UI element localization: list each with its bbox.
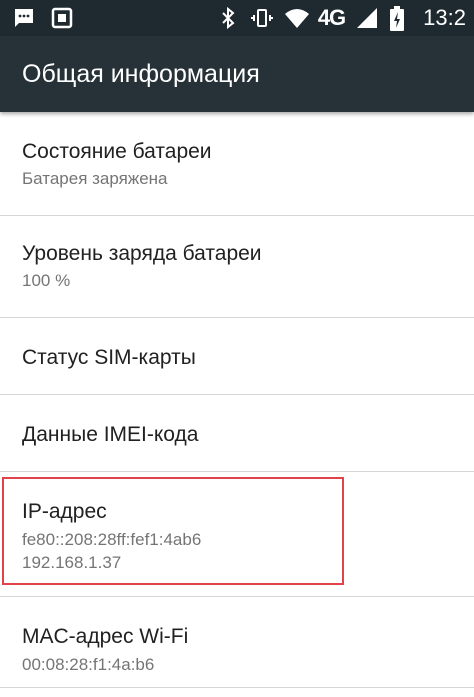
bluetooth-icon: [216, 6, 240, 30]
info-list: Состояние батареи Батарея заряжена Урове…: [0, 114, 474, 688]
list-item-battery-status[interactable]: Состояние батареи Батарея заряжена: [0, 114, 474, 216]
list-item-battery-level[interactable]: Уровень заряда батареи 100 %: [0, 216, 474, 318]
network-type: 4G: [317, 5, 346, 30]
list-item-imei[interactable]: Данные IMEI-кода: [0, 395, 474, 472]
highlight-box: [2, 477, 344, 585]
status-bar: 4G 13:2: [0, 0, 474, 36]
vibrate-icon: [250, 6, 274, 30]
list-item-mac-address[interactable]: MAC-адрес Wi-Fi 00:08:28:f1:4a:b6: [0, 597, 474, 688]
item-subtitle: 00:08:28:f1:4a:b6: [22, 655, 155, 674]
page-title: Общая информация: [22, 60, 260, 88]
message-icon: [12, 6, 36, 30]
item-title: Данные IMEI-кода: [22, 423, 199, 446]
battery-charging-icon: [389, 6, 413, 31]
clock: 13:2: [423, 5, 466, 30]
item-title: MAC-адрес Wi-Fi: [22, 625, 189, 648]
list-item-sim-status[interactable]: Статус SIM-карты: [0, 318, 474, 395]
item-title: Состояние батареи: [22, 140, 212, 163]
item-title: Уровень заряда батареи: [22, 242, 262, 265]
item-title: Статус SIM-карты: [22, 346, 196, 369]
app-toolbar: Общая информация: [0, 36, 474, 112]
wifi-icon: [284, 6, 309, 30]
item-subtitle: Батарея заряжена: [22, 169, 168, 188]
signal-icon: [355, 6, 379, 30]
screenshot-icon: [50, 6, 74, 30]
item-subtitle: 100 %: [22, 271, 71, 290]
